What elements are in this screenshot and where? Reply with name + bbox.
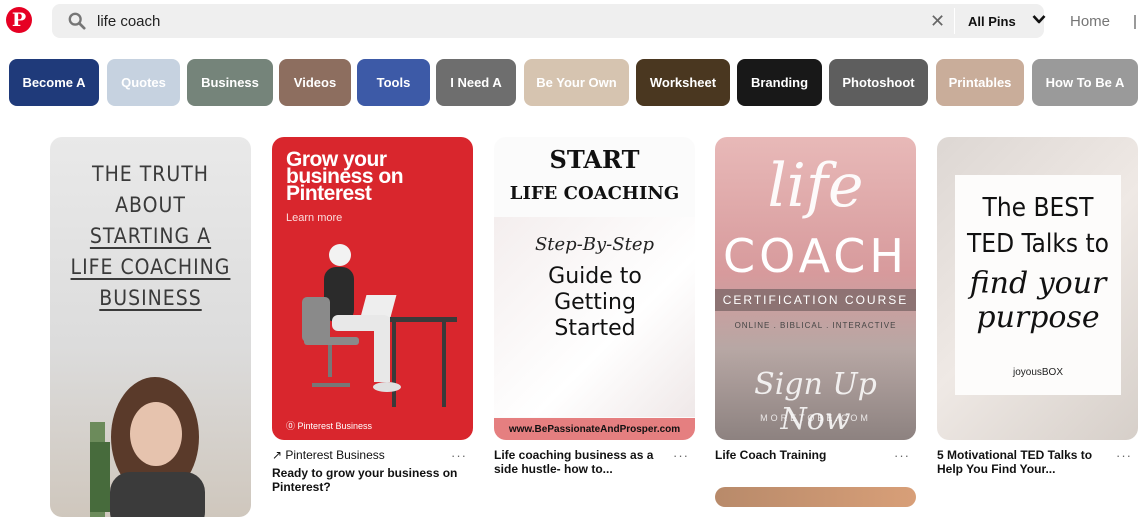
more-options-icon[interactable]: ··· (894, 448, 910, 463)
home-link[interactable]: Home (1070, 13, 1110, 30)
top-bar: P life coach ✕ All Pins Home (0, 0, 1138, 44)
card-script-line: find your purpose (969, 266, 1107, 335)
pin-subtext: ONLINE . BIBLICAL . INTERACTIVE (734, 321, 897, 330)
pin-image[interactable]: life COACH CERTIFICATION COURSE ONLINE .… (715, 137, 916, 440)
learn-more-link[interactable]: Learn more (286, 212, 342, 224)
pin-image[interactable]: Grow your business on Pinterest Learn mo… (272, 137, 473, 440)
pin-image[interactable]: THE TRUTH ABOUT STARTING A LIFE COACHING… (50, 137, 251, 517)
ad-headline: Grow your business on Pinterest (286, 148, 404, 205)
pin-title[interactable]: 5 Motivational TED Talks to Help You Fin… (937, 448, 1102, 476)
search-bar[interactable]: life coach ✕ All Pins (52, 4, 1046, 38)
next-pin-preview[interactable] (715, 487, 916, 507)
site-watermark: MORETOBE.COM (760, 413, 871, 423)
pin-text-line: ABOUT (115, 193, 186, 217)
pin-text-line: BUSINESS (99, 286, 202, 310)
pin-image-text: THE TRUTH ABOUT STARTING A LIFE COACHING… (50, 159, 251, 314)
pin-meta: ··· 5 Motivational TED Talks to Help You… (937, 448, 1138, 476)
pin-guide-text: Guide to Getting Started (548, 264, 642, 341)
pin-title[interactable]: Life Coach Training (715, 448, 916, 462)
header-edge-divider (1134, 15, 1136, 29)
pin-text-line: THE TRUTH (92, 162, 209, 186)
pin-text-line: LIFE COACHING (70, 255, 231, 279)
pin-meta: ↗ Pinterest Business ··· Ready to grow y… (272, 448, 473, 494)
card-line: TED Talks to (967, 229, 1109, 259)
pin-meta: ··· Life coaching business as a side hus… (494, 448, 695, 476)
pin-source[interactable]: ↗ Pinterest Business (272, 448, 473, 462)
chip-be-your-own[interactable]: Be Your Own (524, 59, 629, 106)
more-options-icon[interactable]: ··· (673, 448, 689, 463)
chip-tools[interactable]: Tools (357, 59, 430, 106)
pin-title[interactable]: Life coaching business as a side hustle-… (494, 448, 659, 476)
pin-script-life: life (767, 151, 864, 221)
chip-i-need-a[interactable]: I Need A (436, 59, 516, 106)
more-options-icon[interactable]: ··· (451, 448, 467, 463)
chip-videos[interactable]: Videos (279, 59, 351, 106)
clear-search-icon[interactable]: ✕ (930, 11, 945, 32)
sign-up-text: Sign Up Now (754, 367, 877, 437)
pin-card[interactable]: life COACH CERTIFICATION COURSE ONLINE .… (715, 137, 916, 463)
chip-quotes[interactable]: Quotes (107, 59, 180, 106)
pin-image[interactable]: START LIFE COACHING Step-By-Step Guide t… (494, 137, 695, 440)
card-line: The BEST (982, 193, 1094, 223)
brand-label: Pinterest Business (297, 421, 373, 431)
pin-url-banner: www.BePassionateAndProsper.com (494, 418, 695, 440)
card-brand: joyousBOX (1012, 367, 1064, 378)
pin-card[interactable]: The BEST TED Talks to find your purpose … (937, 137, 1138, 476)
chip-printables[interactable]: Printables (936, 59, 1024, 106)
logo-letter: P (11, 8, 27, 31)
search-input[interactable]: life coach (97, 13, 160, 30)
all-pins-filter[interactable]: All Pins (968, 14, 1016, 29)
pinterest-logo-icon[interactable]: P (6, 7, 32, 33)
pin-meta: ··· Life Coach Training (715, 448, 916, 463)
chip-photoshoot[interactable]: Photoshoot (829, 59, 928, 106)
chip-how-to-be-a[interactable]: How To Be A (1032, 59, 1138, 106)
pin-card[interactable]: THE TRUTH ABOUT STARTING A LIFE COACHING… (50, 137, 251, 517)
source-label[interactable]: Pinterest Business (285, 448, 384, 462)
person-at-desk-illustration (282, 237, 462, 412)
woman-photo (90, 377, 205, 517)
certification-band: CERTIFICATION COURSE (715, 289, 916, 311)
pin-card[interactable]: START LIFE COACHING Step-By-Step Guide t… (494, 137, 695, 476)
chevron-down-icon[interactable] (1032, 12, 1046, 26)
pin-subheadline: LIFE COACHING (509, 183, 680, 204)
quote-card: The BEST TED Talks to find your purpose … (955, 175, 1121, 395)
chip-worksheet[interactable]: Worksheet (636, 59, 730, 106)
chip-branding[interactable]: Branding (737, 59, 822, 106)
pin-image[interactable]: The BEST TED Talks to find your purpose … (937, 137, 1138, 440)
more-options-icon[interactable]: ··· (1116, 448, 1132, 463)
chip-become-a[interactable]: Become A (9, 59, 99, 106)
pin-headline: START (549, 145, 640, 174)
search-icon (68, 12, 86, 30)
search-divider (954, 8, 955, 34)
guided-search-chips: Become A Quotes Business Videos Tools I Need … (0, 59, 1138, 106)
pin-script-text: Step-By-Step (534, 234, 655, 255)
pin-title[interactable]: Ready to grow your business on Pinterest… (272, 466, 473, 494)
chip-business[interactable]: Business (187, 59, 273, 106)
pinterest-business-brand: ⓪ Pinterest Business (286, 421, 373, 431)
pin-headline: COACH (723, 229, 908, 283)
pin-card[interactable]: Grow your business on Pinterest Learn mo… (272, 137, 473, 494)
pin-text-line: STARTING A (89, 224, 212, 248)
